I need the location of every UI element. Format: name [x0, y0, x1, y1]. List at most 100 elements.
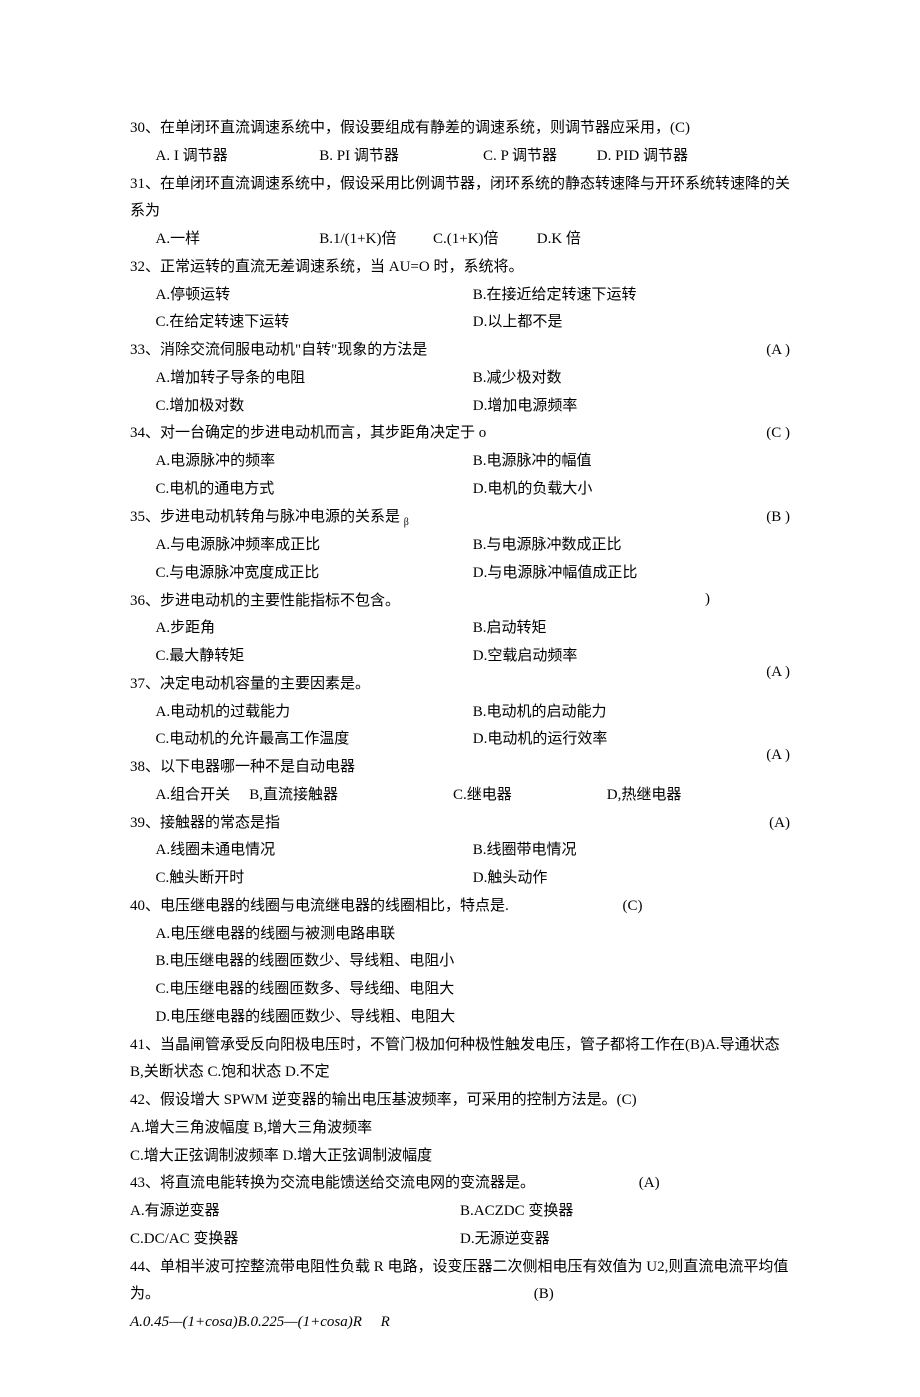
q42-opts-ab: A.增大三角波幅度 B,增大三角波频率	[130, 1115, 790, 1143]
q37-options: A.电动机的过载能力 B.电动机的启动能力 C.电动机的允许最高工作温度 D.电…	[130, 699, 790, 755]
q38-options: A.组合开关 B,直流接触器 C.继电器 D,热继电器	[130, 782, 790, 810]
q31-opt-a: A.一样	[156, 226, 316, 254]
q36-opt-a: A.步距角	[156, 615, 473, 643]
q37-opt-b: B.电动机的启动能力	[473, 699, 790, 727]
q33-opt-c: C.增加极对数	[156, 393, 473, 421]
q30-opt-a: A. I 调节器	[156, 143, 316, 171]
q35-opt-b: B.与电源脉冲数成正比	[473, 532, 790, 560]
q30-stem: 30、在单闭环直流调速系统中，假设要组成有静差的调速系统，则调节器应采用，(C)	[130, 115, 790, 143]
q40-answer: (C)	[623, 893, 643, 921]
q31-opt-b: B.1/(1+K)倍	[319, 226, 429, 254]
q42-stem: 42、假设增大 SPWM 逆变器的输出电压基波频率，可采用的控制方法是。(C)	[130, 1087, 790, 1115]
q33-opt-b: B.减少极对数	[473, 365, 790, 393]
q34-opt-b: B.电源脉冲的幅值	[473, 448, 790, 476]
q38-opt-a: A.组合开关	[156, 782, 246, 810]
q34-opt-d: D.电机的负载大小	[473, 476, 790, 504]
question-37: (A ) 37、决定电动机容量的主要因素是。 A.电动机的过载能力 B.电动机的…	[130, 671, 790, 754]
q31-options: A.一样 B.1/(1+K)倍 C.(1+K)倍 D.K 倍	[130, 226, 790, 254]
question-39: 39、接触器的常态是指 (A) A.线圈未通电情况 B.线圈带电情况 C.触头断…	[130, 810, 790, 893]
question-32: 32、正常运转的直流无差调速系统，当 AU=O 时，系统将。 A.停顿运转 B.…	[130, 254, 790, 337]
q36-options: A.步距角 B.启动转矩 C.最大静转矩 D.空载启动频率	[130, 615, 790, 671]
question-35: 35、步进电动机转角与脉冲电源的关系是 β (B ) A.与电源脉冲频率成正比 …	[130, 504, 790, 588]
q43-answer: (A)	[639, 1170, 660, 1198]
q40-options: A.电压继电器的线圈与被测电路串联 B.电压继电器的线圈匝数少、导线粗、电阻小 …	[130, 921, 790, 1032]
question-42: 42、假设增大 SPWM 逆变器的输出电压基波频率，可采用的控制方法是。(C) …	[130, 1087, 790, 1170]
q34-opt-a: A.电源脉冲的频率	[156, 448, 473, 476]
question-34: 34、对一台确定的步进电动机而言，其步距角决定于 o (C ) A.电源脉冲的频…	[130, 420, 790, 503]
q31-stem: 31、在单闭环直流调速系统中，假设采用比例调节器，闭环系统的静态转速降与开环系统…	[130, 171, 790, 227]
q40-stem: 40、电压继电器的线圈与电流继电器的线圈相比，特点是.	[130, 898, 509, 914]
q43-options: A.有源逆变器 B.ACZDC 变换器 C.DC/AC 变换器 D.无源逆变器	[130, 1198, 790, 1254]
q43-stem: 43、将直流电能转换为交流电能馈送给交流电网的变流器是。	[130, 1175, 535, 1191]
q38-answer: (A )	[766, 742, 790, 770]
q43-opt-a: A.有源逆变器	[130, 1198, 460, 1226]
q38-stem: 38、以下电器哪一种不是自动电器	[130, 754, 790, 782]
q39-opt-b: B.线圈带电情况	[473, 837, 790, 865]
q30-opt-d: D. PID 调节器	[597, 143, 688, 171]
q43-opt-b: B.ACZDC 变换器	[460, 1198, 790, 1226]
q33-options: A.增加转子导条的电阻 B.减少极对数 C.增加极对数 D.增加电源频率	[130, 365, 790, 421]
q40-opt-b: B.电压继电器的线圈匝数少、导线粗、电阻小	[156, 948, 791, 976]
q34-opt-c: C.电机的通电方式	[156, 476, 473, 504]
q32-stem: 32、正常运转的直流无差调速系统，当 AU=O 时，系统将。	[130, 254, 790, 282]
q39-stem: 39、接触器的常态是指	[130, 810, 790, 838]
q35-answer: (B )	[766, 504, 790, 532]
question-38: (A ) 38、以下电器哪一种不是自动电器 A.组合开关 B,直流接触器 C.继…	[130, 754, 790, 810]
q35-stem-text: 35、步进电动机转角与脉冲电源的关系是	[130, 509, 404, 525]
question-33: 33、消除交流伺服电动机"自转"现象的方法是 (A ) A.增加转子导条的电阻 …	[130, 337, 790, 420]
q32-opt-c: C.在给定转速下运转	[156, 309, 473, 337]
q36-opt-c: C.最大静转矩	[156, 643, 473, 671]
q35-stem: 35、步进电动机转角与脉冲电源的关系是 β	[130, 504, 790, 533]
q34-answer: (C )	[766, 420, 790, 448]
q37-answer: (A )	[766, 659, 790, 687]
q40-opt-a: A.电压继电器的线圈与被测电路串联	[156, 921, 791, 949]
q33-answer: (A )	[766, 337, 790, 365]
question-41: 41、当晶闸管承受反向阳极电压时，不管门极加何种极性触发电压，管子都将工作在(B…	[130, 1032, 790, 1088]
q37-opt-d: D.电动机的运行效率	[473, 726, 790, 754]
q30-options: A. I 调节器 B. PI 调节器 C. P 调节器 D. PID 调节器	[130, 143, 790, 171]
q44-opts: A.0.45—(1+cosa)B.0.225—(1+cosa)R R	[130, 1309, 790, 1337]
q40-opt-d: D.电压继电器的线圈匝数少、导线粗、电阻大	[156, 1004, 791, 1032]
q43-stem-row: 43、将直流电能转换为交流电能馈送给交流电网的变流器是。 (A)	[130, 1170, 790, 1198]
q44-stem: 44、单相半波可控整流带电阻性负载 R 电路，设变压器二次侧相电压有效值为 U2…	[130, 1259, 788, 1303]
q39-answer: (A)	[769, 810, 790, 838]
q34-stem: 34、对一台确定的步进电动机而言，其步距角决定于 o	[130, 420, 790, 448]
q43-opt-c: C.DC/AC 变换器	[130, 1226, 460, 1254]
q42-opts-cd: C.增大正弦调制波频率 D.增大正弦调制波幅度	[130, 1143, 790, 1171]
q39-opt-a: A.线圈未通电情况	[156, 837, 473, 865]
q35-subscript: β	[404, 517, 409, 528]
q37-opt-a: A.电动机的过载能力	[156, 699, 473, 727]
q35-opt-a: A.与电源脉冲频率成正比	[156, 532, 473, 560]
q37-opt-c: C.电动机的允许最高工作温度	[156, 726, 473, 754]
q37-stem: 37、决定电动机容量的主要因素是。	[130, 671, 790, 699]
q39-opt-c: C.触头断开时	[156, 865, 473, 893]
q41-stem: 41、当晶闸管承受反向阳极电压时，不管门极加何种极性触发电压，管子都将工作在(B…	[130, 1032, 790, 1088]
q32-opt-d: D.以上都不是	[473, 309, 790, 337]
question-44: 44、单相半波可控整流带电阻性负载 R 电路，设变压器二次侧相电压有效值为 U2…	[130, 1254, 790, 1337]
question-31: 31、在单闭环直流调速系统中，假设采用比例调节器，闭环系统的静态转速降与开环系统…	[130, 171, 790, 254]
q32-options: A.停顿运转 B.在接近给定转速下运转 C.在给定转速下运转 D.以上都不是	[130, 282, 790, 338]
q36-stem: 36、步进电动机的主要性能指标不包含。	[130, 588, 790, 616]
q30-opt-b: B. PI 调节器	[319, 143, 479, 171]
q33-opt-d: D.增加电源频率	[473, 393, 790, 421]
q36-opt-b: B.启动转矩	[473, 615, 790, 643]
q33-opt-a: A.增加转子导条的电阻	[156, 365, 473, 393]
q30-opt-c: C. P 调节器	[483, 143, 593, 171]
q35-opt-d: D.与电源脉冲幅值成正比	[473, 560, 790, 588]
q33-stem: 33、消除交流伺服电动机"自转"现象的方法是	[130, 337, 790, 365]
question-43: 43、将直流电能转换为交流电能馈送给交流电网的变流器是。 (A) A.有源逆变器…	[130, 1170, 790, 1253]
q39-options: A.线圈未通电情况 B.线圈带电情况 C.触头断开时 D.触头动作	[130, 837, 790, 893]
q36-answer: )	[705, 586, 710, 614]
q31-opt-c: C.(1+K)倍	[433, 226, 533, 254]
q40-opt-c: C.电压继电器的线圈匝数多、导线细、电阻大	[156, 976, 791, 1004]
q35-opt-c: C.与电源脉冲宽度成正比	[156, 560, 473, 588]
q35-options: A.与电源脉冲频率成正比 B.与电源脉冲数成正比 C.与电源脉冲宽度成正比 D.…	[130, 532, 790, 588]
q39-opt-d: D.触头动作	[473, 865, 790, 893]
q38-opt-d: D,热继电器	[607, 782, 682, 810]
q38-opt-b: B,直流接触器	[249, 782, 449, 810]
q40-stem-row: 40、电压继电器的线圈与电流继电器的线圈相比，特点是. (C)	[130, 893, 790, 921]
q43-opt-d: D.无源逆变器	[460, 1226, 790, 1254]
question-30: 30、在单闭环直流调速系统中，假设要组成有静差的调速系统，则调节器应采用，(C)…	[130, 115, 790, 171]
q36-opt-d: D.空载启动频率	[473, 643, 790, 671]
q31-opt-d: D.K 倍	[537, 226, 581, 254]
